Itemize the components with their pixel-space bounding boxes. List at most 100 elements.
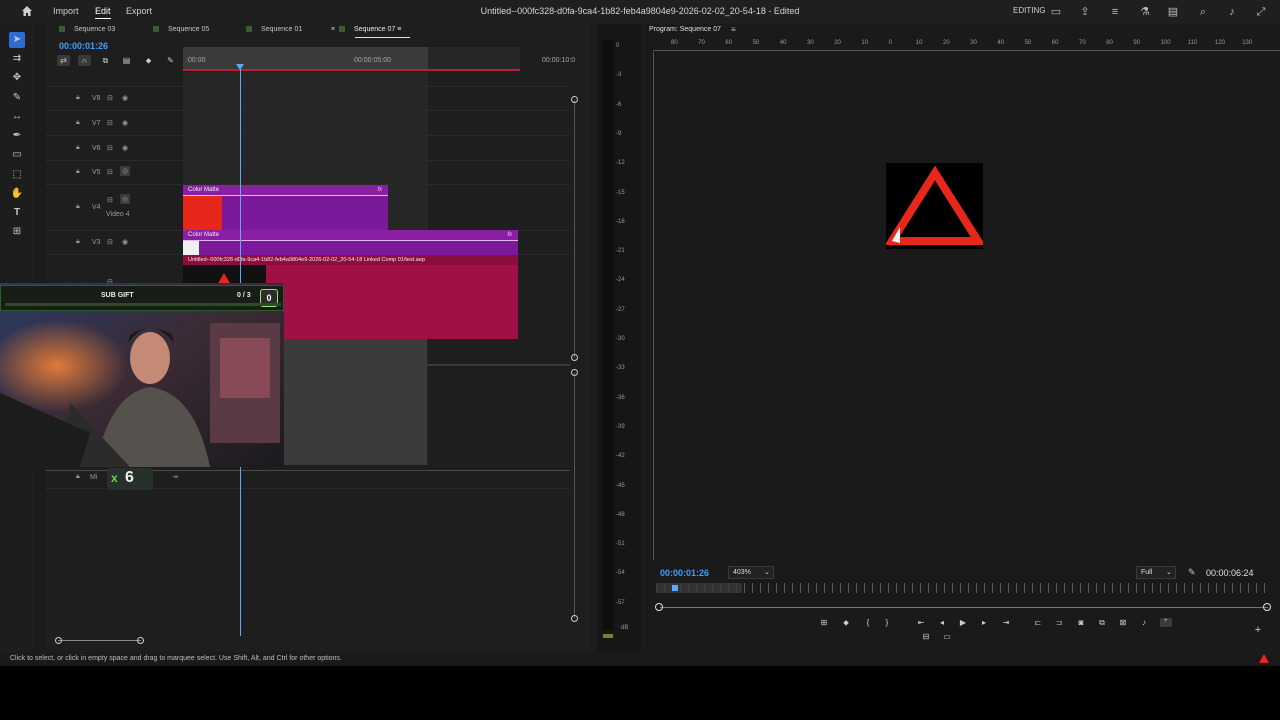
time-ruler[interactable] (183, 47, 520, 71)
go-to-end-icon[interactable]: ⇥ (172, 473, 178, 481)
program-title[interactable]: Program: Sequence 07 (649, 26, 721, 33)
vertical-guide-ruler[interactable] (643, 52, 654, 560)
captions-icon[interactable]: ▤ (120, 55, 133, 66)
program-frame[interactable] (884, 163, 986, 249)
go-to-in-icon[interactable]: ⇤ (915, 618, 927, 627)
eye-hidden-icon[interactable]: ◎ (120, 166, 131, 176)
safe-margins-icon[interactable]: ⌜ (1160, 618, 1172, 627)
sync-lock-icon[interactable]: ⊟ (107, 144, 113, 152)
scroll-handle[interactable] (1263, 603, 1271, 611)
sync-lock-icon[interactable]: ⊟ (107, 94, 113, 102)
track-select-tool-icon[interactable]: ⇉ (9, 51, 25, 67)
lock-icon[interactable]: 🔒︎ (76, 119, 80, 127)
scroll-handle[interactable] (655, 603, 663, 611)
clip-color-matte-v4[interactable]: Color Matte fx (183, 185, 388, 230)
lift-icon[interactable]: ⊏ (1032, 618, 1044, 627)
settings-wrench-icon[interactable]: ✎ (1188, 567, 1196, 578)
status-text: Click to select, or click in empty space… (10, 655, 342, 662)
horizontal-guide-ruler[interactable] (653, 40, 1280, 51)
camera-icon[interactable]: ◙ (1075, 618, 1087, 627)
play-icon[interactable]: ▶ (957, 618, 969, 627)
scroll-handle[interactable] (137, 637, 144, 644)
flask-icon[interactable]: ⚗ (1138, 5, 1152, 19)
nest-toggle-icon[interactable]: ⇄ (57, 55, 70, 66)
search-icon[interactable]: ⌕ (1196, 5, 1210, 19)
add-marker-icon[interactable]: ⬥ (840, 618, 852, 628)
tab-sequence-03[interactable]: Sequence 03 (59, 26, 115, 33)
program-zoom-bar[interactable] (660, 607, 1268, 608)
rectangle-tool-icon[interactable]: ▭ (9, 147, 25, 163)
program-scrub-ruler[interactable] (656, 583, 1272, 593)
lock-icon[interactable]: 🔒︎ (76, 203, 80, 211)
comment-icon[interactable]: ▤ (1166, 5, 1180, 19)
guide-ruler-label: 40 (779, 40, 787, 46)
ripple-edit-tool-icon[interactable]: ✥ (9, 70, 25, 86)
sync-lock-icon[interactable]: ⊟ (107, 238, 113, 246)
warning-icon[interactable] (1259, 654, 1269, 663)
marquee-tool-icon[interactable]: ⬚ (9, 167, 25, 183)
zoom-select[interactable]: 403% ⌄ (728, 566, 774, 579)
lock-icon[interactable]: 🔒︎ (76, 238, 80, 246)
timeline-settings-wrench-icon[interactable]: ✎ (164, 55, 177, 66)
scroll-handle[interactable] (571, 96, 578, 103)
lock-icon[interactable]: 🔒︎ (76, 473, 80, 481)
timeline-timecode[interactable]: 00:00:01:26 (59, 41, 108, 51)
mark-out-icon[interactable]: } (881, 618, 893, 627)
horizontal-zoom-scrollbar[interactable] (58, 640, 141, 641)
selection-tool-icon[interactable]: ➤ (9, 32, 25, 48)
multi-camera-icon[interactable]: ⊠ (1117, 618, 1129, 627)
fullscreen-icon[interactable]: ⤢ (1254, 5, 1268, 19)
quality-select[interactable]: Full ⌄ (1136, 566, 1176, 579)
clip-color-matte-v3[interactable]: Color Matte fx (183, 230, 518, 255)
eye-icon[interactable]: ◉ (122, 144, 128, 152)
step-back-icon[interactable]: ◂ (936, 618, 948, 627)
share-icon[interactable]: ⇪ (1078, 5, 1092, 19)
hand-tool-icon[interactable]: ✋ (9, 186, 25, 202)
linked-selection-icon[interactable]: ⧉ (99, 55, 112, 66)
lock-icon[interactable]: 🔒︎ (76, 144, 80, 152)
tab-sequence-07[interactable]: × Sequence 07 ≡ (331, 26, 401, 33)
volume-icon[interactable]: ♪ (1225, 5, 1239, 19)
tab-sequence-05[interactable]: Sequence 05 (153, 26, 209, 33)
scroll-handle[interactable] (571, 615, 578, 622)
go-to-out-icon[interactable]: ⇥ (1000, 618, 1012, 627)
proxy-toggle-icon[interactable]: ⊟ (920, 632, 932, 641)
vr-video-icon[interactable]: ▭ (941, 632, 953, 641)
workspace-layout-icon[interactable]: ▭ (1049, 5, 1063, 19)
export-frame-icon[interactable]: ⊞ (818, 618, 830, 627)
sync-lock-icon[interactable]: ⊟ (107, 119, 113, 127)
caption-tool-icon[interactable]: ⊞ (9, 224, 25, 240)
panel-menu-icon[interactable]: ≡ (731, 25, 736, 34)
eye-icon[interactable]: ◉ (122, 94, 128, 102)
track-name-video-4[interactable]: Video 4 (106, 211, 130, 218)
sync-lock-icon[interactable]: ⊟ (107, 168, 113, 176)
vertical-scrollbar-upper[interactable] (574, 100, 575, 358)
scroll-handle[interactable] (571, 354, 578, 361)
step-forward-icon[interactable]: ▸ (978, 618, 990, 627)
slip-tool-icon[interactable]: ↔ (9, 109, 25, 125)
scroll-handle[interactable] (55, 637, 62, 644)
eye-icon[interactable]: ◉ (122, 119, 128, 127)
snap-icon[interactable]: ∩ (78, 55, 91, 66)
eye-hidden-icon[interactable]: ◎ (120, 194, 131, 204)
lock-icon[interactable]: 🔒︎ (76, 94, 80, 102)
panel-menu-icon[interactable]: ≡ (1108, 5, 1122, 19)
program-playhead[interactable] (672, 585, 678, 591)
razor-tool-icon[interactable]: ✎ (9, 90, 25, 106)
add-button-icon[interactable]: + (1252, 624, 1264, 636)
volume-icon[interactable]: ♪ (1138, 618, 1150, 627)
add-marker-icon[interactable]: ⬥ (142, 55, 155, 66)
extract-icon[interactable]: ⊐ (1053, 618, 1065, 627)
type-tool-icon[interactable]: T (9, 205, 25, 221)
sync-lock-icon[interactable]: ⊟ (107, 196, 113, 204)
vertical-scrollbar-lower[interactable] (574, 373, 575, 618)
lock-icon[interactable]: 🔒︎ (76, 168, 80, 176)
tab-sequence-01[interactable]: Sequence 01 (246, 26, 302, 33)
pen-tool-icon[interactable]: ✒ (9, 128, 25, 144)
mark-in-icon[interactable]: { (862, 618, 874, 627)
workspace-label[interactable]: EDITING (1013, 6, 1045, 15)
scroll-handle[interactable] (571, 369, 578, 376)
eye-icon[interactable]: ◉ (122, 238, 128, 246)
program-timecode[interactable]: 00:00:01:26 (660, 568, 709, 578)
comparison-view-icon[interactable]: ⧉ (1096, 618, 1108, 628)
